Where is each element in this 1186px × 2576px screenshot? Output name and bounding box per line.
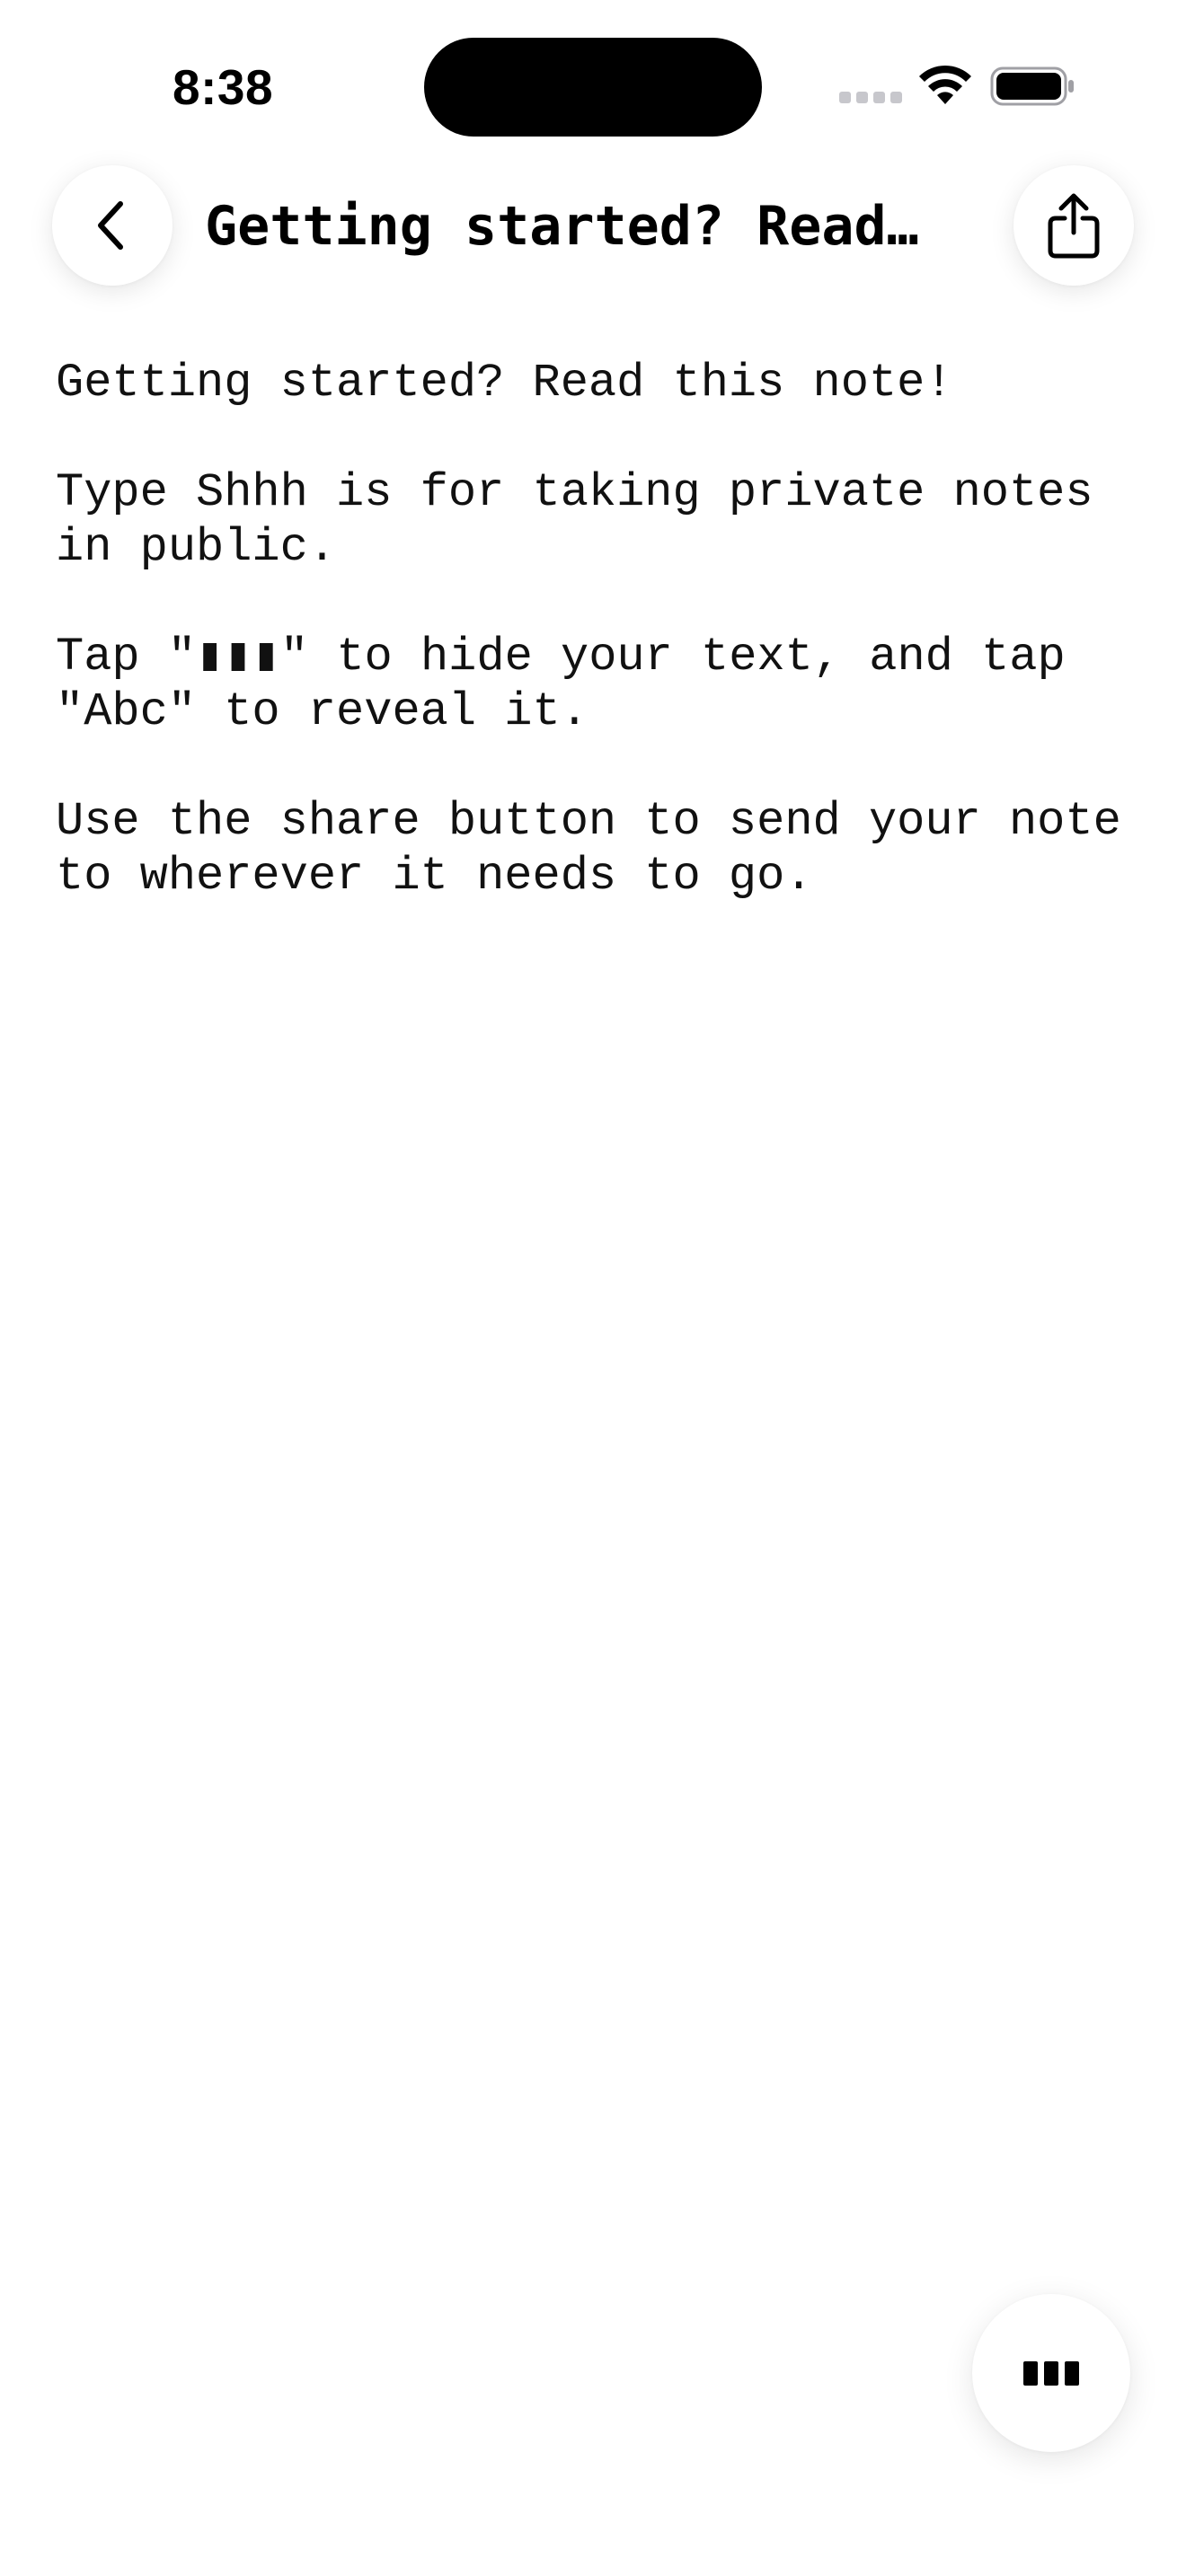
hide-text-bars-icon — [1023, 2360, 1079, 2386]
note-paragraph: Use the share button to send your note t… — [56, 795, 1150, 903]
note-title: Getting started? Read this note! — [205, 195, 943, 258]
note-paragraph: Type Shhh is for taking private notes in… — [56, 466, 1121, 574]
dynamic-island — [424, 38, 762, 137]
note-editor[interactable]: Getting started? Read this note! Type Sh… — [56, 356, 1134, 958]
battery-icon — [990, 66, 1074, 106]
cellular-signal-icon — [839, 92, 902, 104]
note-paragraph: Tap "▮▮▮" to hide your text, and tap "Ab… — [56, 631, 1093, 738]
wifi-icon — [919, 65, 971, 104]
share-icon — [1048, 193, 1100, 259]
status-time: 8:38 — [173, 59, 274, 115]
back-button[interactable] — [52, 165, 173, 286]
chevron-left-icon — [98, 201, 123, 250]
share-button[interactable] — [1013, 165, 1134, 286]
hide-text-button[interactable] — [972, 2294, 1130, 2452]
note-paragraph: Getting started? Read this note! — [56, 357, 953, 410]
